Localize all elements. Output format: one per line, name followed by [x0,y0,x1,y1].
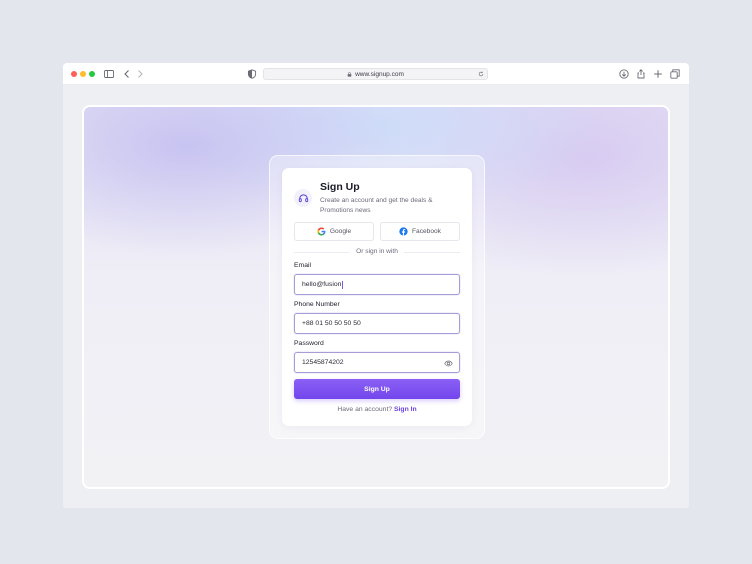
back-icon[interactable] [121,68,133,80]
sign-up-button[interactable]: Sign Up [294,379,460,399]
forward-icon[interactable] [134,68,146,80]
google-label: Google [329,228,352,235]
password-value: 12545874202 [302,359,344,366]
minimize-window-button[interactable] [80,71,86,77]
signup-card: Sign Up Create an account and get the de… [282,168,472,426]
page-content: Sign Up Create an account and get the de… [63,85,689,508]
browser-window: www.signup.com Sign Up Create an account… [63,63,689,508]
password-field[interactable]: 12545874202 [294,352,460,373]
password-label: Password [294,340,324,347]
email-value: hello@fusion [302,281,342,288]
maximize-window-button[interactable] [89,71,95,77]
card-frame: Sign Up Create an account and get the de… [269,155,485,439]
page-subtitle: Create an account and get the deals & Pr… [320,197,433,214]
share-icon[interactable] [635,68,647,80]
new-tab-icon[interactable] [652,68,664,80]
divider-line-right [404,252,460,253]
facebook-icon [399,227,408,236]
facebook-signin-button[interactable]: Facebook [380,222,460,241]
signin-prompt: Have an account? Sign In [294,406,460,413]
sidebar-toggle-icon[interactable] [103,68,115,80]
phone-value: +88 01 50 50 50 50 [302,320,361,327]
lock-icon [347,71,352,77]
download-icon[interactable] [618,68,630,80]
page-title: Sign Up [320,181,360,193]
tab-overview-icon[interactable] [669,68,681,80]
text-caret [342,280,344,289]
close-window-button[interactable] [71,71,77,77]
email-label: Email [294,262,311,269]
signin-prompt-text: Have an account? [337,406,393,413]
sign-in-link[interactable]: Sign In [394,406,417,413]
eye-icon[interactable] [444,359,453,368]
google-icon [317,227,326,236]
url-text: www.signup.com [355,70,404,78]
google-signin-button[interactable]: Google [294,222,374,241]
privacy-shield-icon[interactable] [246,68,258,80]
reload-icon[interactable] [478,71,484,77]
browser-toolbar: www.signup.com [63,63,689,85]
gradient-panel: Sign Up Create an account and get the de… [82,105,670,489]
phone-field[interactable]: +88 01 50 50 50 50 [294,313,460,334]
address-bar[interactable]: www.signup.com [263,68,488,80]
email-field[interactable]: hello@fusion [294,274,460,295]
facebook-label: Facebook [412,228,441,235]
headset-icon [294,189,312,207]
phone-label: Phone Number [294,301,340,308]
